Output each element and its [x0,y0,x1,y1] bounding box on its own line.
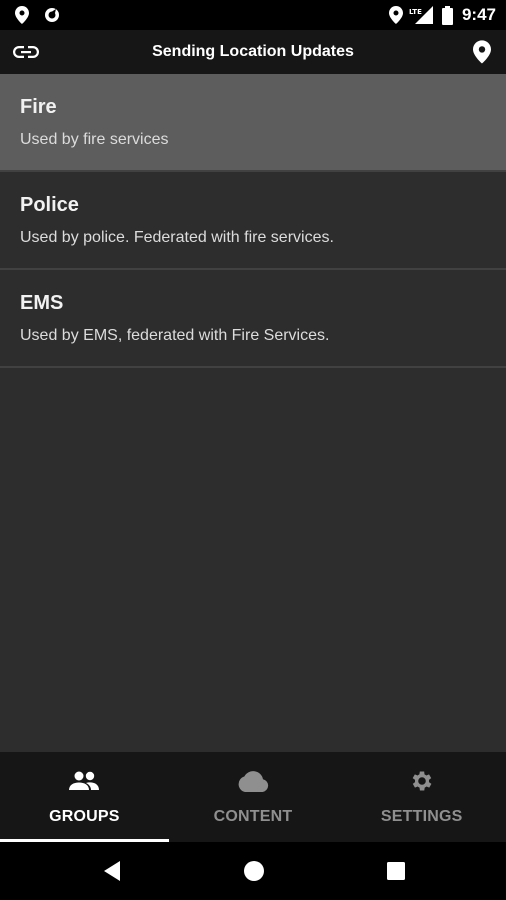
sync-icon [42,0,62,30]
group-list: Fire Used by fire services Police Used b… [0,74,506,368]
tab-groups[interactable]: GROUPS [0,752,169,842]
location-pin-icon [386,0,406,30]
list-item-fire[interactable]: Fire Used by fire services [0,74,506,172]
group-description: Used by police. Federated with fire serv… [20,229,334,246]
list-item-police[interactable]: Police Used by police. Federated with fi… [0,172,506,270]
bottom-nav: GROUPS CONTENT SETTINGS [0,752,506,842]
back-icon[interactable] [82,842,142,900]
tab-label: SETTINGS [380,808,463,825]
list-item-ems[interactable]: EMS Used by EMS, federated with Fire Ser… [0,270,506,368]
status-bar: LTE 9:47 [0,0,506,30]
app-bar: Sending Location Updates [0,30,506,74]
tab-label: CONTENT [213,808,293,825]
status-time: 9:47 [461,5,496,24]
battery-icon [440,0,454,30]
group-name: EMS [20,292,64,314]
tab-label: GROUPS [49,808,120,825]
location-pin-icon[interactable] [460,30,504,74]
signal-icon: LTE [409,0,435,30]
gear-icon [337,766,506,796]
group-description: Used by EMS, federated with Fire Service… [20,327,330,344]
group-description: Used by fire services [20,131,169,148]
people-icon [0,766,169,796]
cloud-icon [169,766,338,796]
group-name: Fire [20,96,57,118]
tab-content[interactable]: CONTENT [169,752,338,842]
location-pin-icon [12,0,32,30]
system-nav-bar [0,842,506,900]
network-type-label: LTE [409,8,422,16]
recents-icon[interactable] [366,842,426,900]
page-title: Sending Location Updates [152,43,354,60]
group-name: Police [20,194,79,216]
home-icon[interactable] [224,842,284,900]
tab-settings[interactable]: SETTINGS [337,752,506,842]
